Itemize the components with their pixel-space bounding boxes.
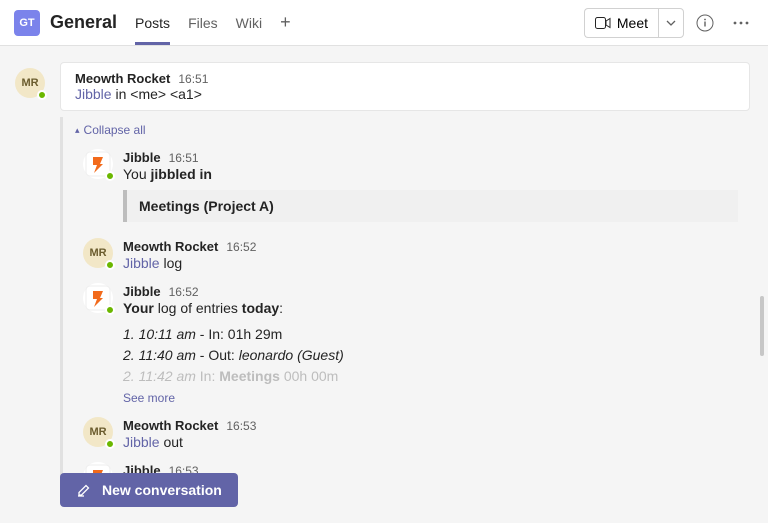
activity-box: Meetings (Project A) [123, 190, 738, 222]
timestamp: 16:52 [169, 285, 199, 299]
timestamp: 16:53 [226, 419, 256, 433]
app-link[interactable]: Jibble [123, 255, 160, 271]
app-link[interactable]: Jibble [75, 86, 112, 102]
timestamp: 16:52 [226, 240, 256, 254]
presence-dot [105, 439, 115, 449]
user-avatar: MR [83, 238, 113, 268]
more-button[interactable] [726, 8, 756, 38]
timestamp: 16:51 [169, 151, 199, 165]
reply-message: Jibble 16:51You jibbled in Meetings (Proje… [65, 143, 750, 232]
tab-posts[interactable]: Posts [135, 0, 170, 45]
channel-name: General [50, 12, 117, 33]
message-body: Jibble in <me> <a1> [75, 86, 735, 102]
app-avatar [83, 283, 113, 313]
avatar-initials: MR [89, 247, 106, 259]
presence-dot [105, 305, 115, 315]
info-button[interactable] [690, 8, 720, 38]
collapse-all[interactable]: ▴ Collapse all [65, 117, 750, 143]
log-row-faded: 2. 11:42 am In: Meetings 00h 00m [123, 366, 738, 387]
new-conversation-label: New conversation [102, 482, 222, 498]
reply-message: MR Meowth Rocket 16:52Jibble log [65, 232, 750, 277]
new-conversation-button[interactable]: New conversation [60, 473, 238, 507]
app-avatar [83, 149, 113, 179]
sender-name: Meowth Rocket [123, 239, 218, 254]
user-avatar: MR [83, 417, 113, 447]
message-body: Jibble log [123, 255, 738, 271]
conversation-avatar: MR [15, 68, 45, 98]
sender-name: Meowth Rocket [75, 71, 170, 86]
reply-message: MR Meowth Rocket 16:53Jibble out [65, 411, 750, 456]
log-entries: 1. 10:11 am - In: 01h 29m2. 11:40 am - O… [123, 324, 738, 387]
chevron-down-icon [666, 20, 676, 26]
video-icon [595, 17, 611, 29]
sender-name: Jibble [123, 284, 161, 299]
app-link[interactable]: Jibble [123, 434, 160, 450]
gutter: MR [0, 46, 60, 523]
tab-files[interactable]: Files [188, 0, 218, 45]
log-row: 1. 10:11 am - In: 01h 29m [123, 324, 738, 345]
meet-button-group: Meet [584, 8, 684, 38]
tab-wiki[interactable]: Wiki [236, 0, 262, 45]
presence-dot [105, 171, 115, 181]
reply-thread: ▴ Collapse all Jibble 16:51You jibbled in… [60, 117, 750, 501]
avatar-initials: MR [21, 77, 38, 89]
sender-name: Jibble [123, 150, 161, 165]
sender-name: Meowth Rocket [123, 418, 218, 433]
channel-header: GT General Posts Files Wiki + Meet [0, 0, 768, 46]
see-more[interactable]: See more [123, 391, 738, 405]
scrollbar-thumb[interactable] [760, 296, 764, 356]
team-avatar: GT [14, 10, 40, 36]
presence-dot [37, 90, 47, 100]
meet-label: Meet [617, 15, 648, 31]
tab-strip: Posts Files Wiki + [135, 0, 291, 45]
reply-message: Jibble 16:52Your log of entries today: 1. … [65, 277, 750, 411]
meet-button[interactable]: Meet [584, 8, 658, 38]
more-icon [733, 21, 749, 25]
message-body: Your log of entries today: [123, 300, 738, 316]
add-tab-button[interactable]: + [280, 12, 291, 33]
compose-icon [76, 482, 92, 498]
messages-area: Meowth Rocket 16:51 Jibble in <me> <a1> … [60, 46, 768, 523]
log-row: 2. 11:40 am - Out: leonardo (Guest) [123, 345, 738, 366]
timestamp: 16:51 [178, 72, 208, 86]
presence-dot [105, 260, 115, 270]
meet-dropdown-button[interactable] [658, 8, 684, 38]
message-body: Jibble out [123, 434, 738, 450]
info-icon [696, 14, 714, 32]
avatar-initials: MR [89, 426, 106, 438]
root-message-card: Meowth Rocket 16:51 Jibble in <me> <a1> [60, 62, 750, 111]
caret-up-icon: ▴ [75, 125, 80, 136]
message-body: You jibbled in [123, 166, 738, 182]
